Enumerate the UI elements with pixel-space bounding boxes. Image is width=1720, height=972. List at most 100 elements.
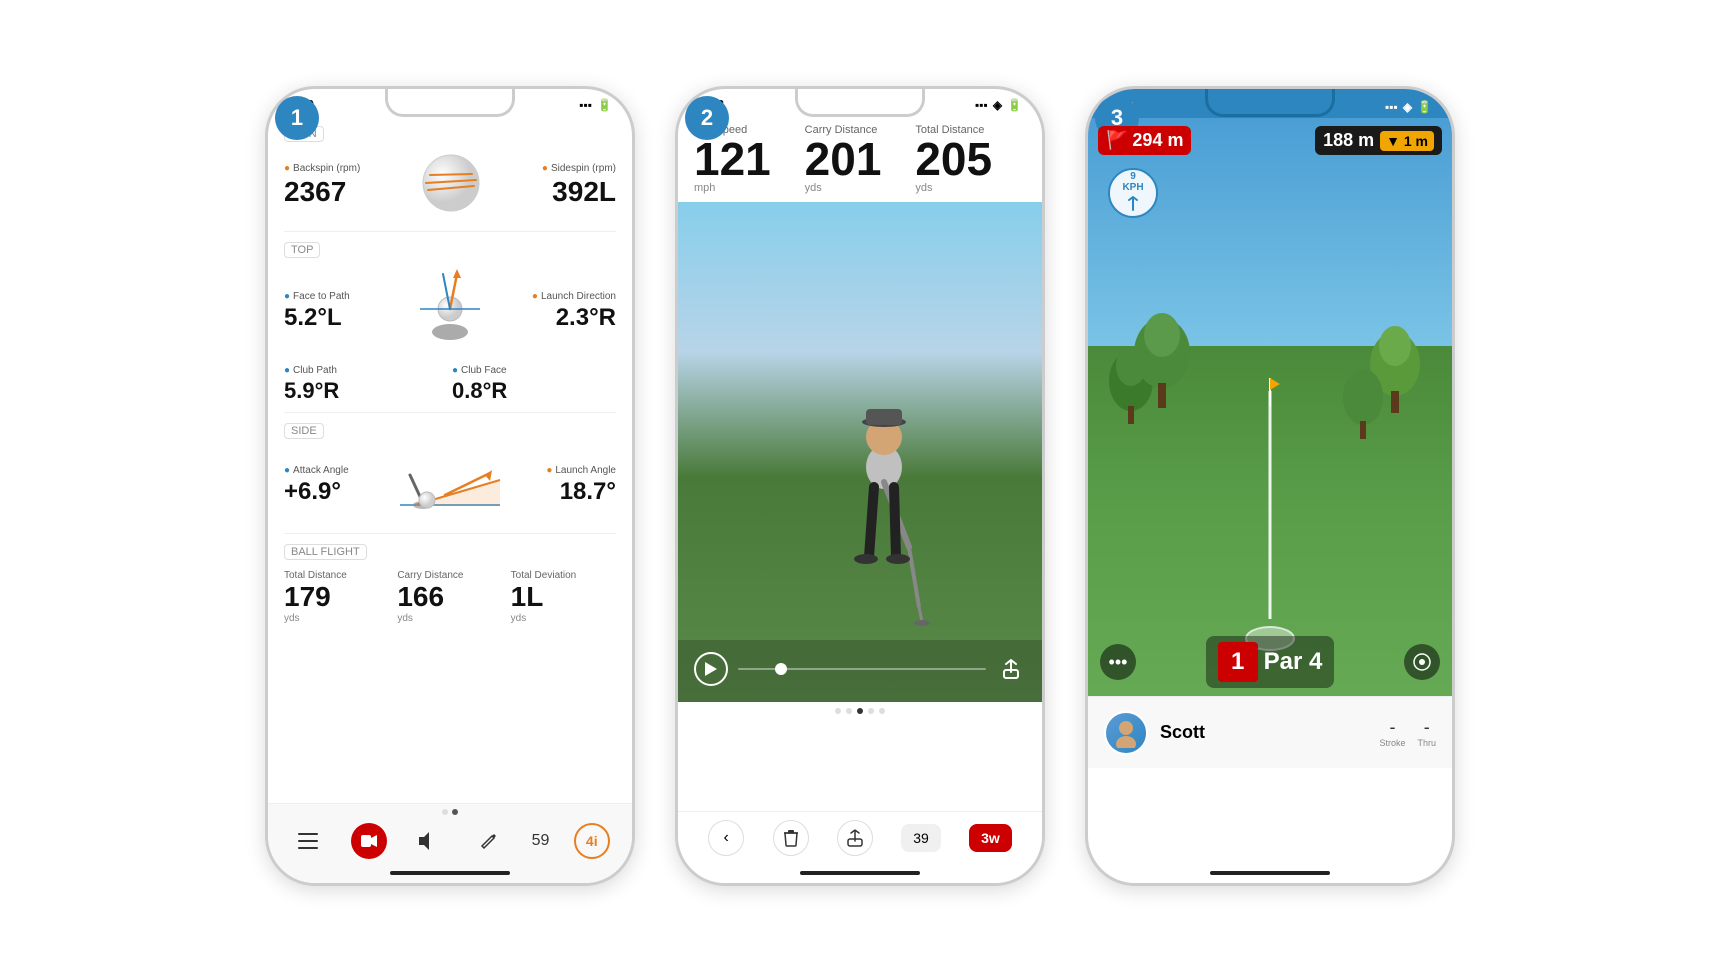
sidespin-label: Sidespin (rpm): [542, 163, 616, 174]
face-path-label: Face to Path: [284, 291, 397, 302]
club-badge[interactable]: 3w: [969, 824, 1012, 852]
wind-badge: 9 KPH: [1108, 168, 1158, 218]
thru-section: - Thru: [1417, 717, 1436, 748]
battery-icon: 🔋: [597, 98, 612, 112]
distance-red-value: 294 m: [1132, 130, 1183, 151]
page-dot-1: [442, 809, 448, 815]
distance-red-badge: 🚩 294 m: [1098, 126, 1191, 155]
thru-value: -: [1424, 717, 1430, 738]
scorecard-btn[interactable]: [1404, 644, 1440, 680]
launch-angle-value: 18.7°: [513, 478, 616, 506]
carry-dist-label: Carry Distance: [397, 570, 502, 581]
notch-3: [1205, 89, 1335, 117]
delete-button[interactable]: [773, 820, 809, 856]
ball-flight-section: BALL FLIGHT Total Distance 179 yds Carry…: [284, 534, 616, 632]
total-dev-block: Total Deviation 1L yds: [511, 570, 616, 624]
progress-bar[interactable]: [738, 668, 986, 670]
carry-dist-value-2: 201: [805, 136, 916, 182]
total-dev-label: Total Deviation: [511, 570, 616, 581]
hole-par-display: 1 Par 4: [1206, 636, 1335, 688]
signal-icon-3: ▪▪▪: [1385, 100, 1398, 114]
video-dot-3: [857, 708, 863, 714]
distance-dark-value: 188 m: [1323, 130, 1374, 151]
hole-info-bar: ••• 1 Par 4: [1088, 628, 1452, 696]
score-value: -: [1389, 717, 1395, 738]
total-dist-unit: yds: [284, 613, 389, 624]
shot-count-2: 39: [901, 824, 941, 852]
club-face-value: 0.8°R: [452, 378, 616, 404]
battery-icon-2: 🔋: [1007, 98, 1022, 112]
video-dot-4: [868, 708, 874, 714]
spin-ball-diagram: [416, 148, 486, 223]
wifi-icon: ▪▪▪: [579, 98, 592, 112]
phone2-stats-header: Ball Speed 121 mph Carry Distance 201 yd…: [678, 116, 1042, 202]
par-label: Par 4: [1264, 648, 1323, 676]
top-label: TOP: [284, 242, 320, 258]
home-indicator-2: [800, 871, 920, 875]
golfer-figure: [824, 397, 944, 627]
spin-section: SPIN Backspin (rpm) 2367: [284, 116, 616, 232]
score-section: - Stroke: [1379, 717, 1405, 748]
page-dots-1: [442, 809, 458, 815]
backspin-value: 2367: [284, 176, 360, 208]
fairway-line: [1269, 391, 1272, 619]
back-button[interactable]: ‹: [708, 820, 744, 856]
video-dot-5: [879, 708, 885, 714]
share-button[interactable]: [996, 654, 1026, 684]
active-club: 4i: [586, 833, 598, 849]
more-options-btn[interactable]: •••: [1100, 644, 1136, 680]
volume-btn[interactable]: [411, 823, 447, 859]
video-dot-2: [846, 708, 852, 714]
club-face-item: Club Face 0.8°R: [452, 365, 616, 404]
home-indicator-3: [1210, 871, 1330, 875]
share-button-2[interactable]: [837, 820, 873, 856]
wind-unit: KPH: [1122, 182, 1143, 193]
backspin-item: Backspin (rpm) 2367: [284, 163, 360, 208]
home-indicator-1: [390, 871, 510, 875]
total-dist-unit-2: yds: [915, 182, 1026, 194]
flag-icon: 🚩: [1106, 130, 1128, 151]
total-dev-unit: yds: [511, 613, 616, 624]
notch-2: [795, 89, 925, 117]
launch-dir-label: Launch Direction: [503, 291, 616, 302]
top-diagram: [405, 264, 495, 359]
thru-label: Thru: [1417, 738, 1436, 748]
sidespin-value: 392L: [542, 176, 616, 208]
top-section: TOP Face to Path 5.2°L: [284, 232, 616, 413]
distance-dark-badge: 188 m ▼ 1 m: [1315, 126, 1442, 155]
more-icon: •••: [1109, 652, 1128, 673]
tree-right-2: [1341, 365, 1386, 445]
total-dist-label: Total Distance: [284, 570, 389, 581]
launch-angle-label: Launch Angle: [513, 465, 616, 476]
shot-count: 59: [532, 832, 550, 850]
distance-delta-badge: ▼ 1 m: [1380, 131, 1434, 151]
signal-icon: ▪▪▪: [975, 98, 988, 112]
video-page-dots: [678, 702, 1042, 720]
total-dist-col: Total Distance 205 yds: [915, 124, 1026, 194]
wifi-icon-2: ◈: [993, 98, 1002, 112]
total-dev-value: 1L: [511, 581, 616, 613]
wind-speed: 9: [1130, 171, 1136, 182]
carry-dist-block: Carry Distance 166 yds: [397, 570, 502, 624]
notch-1: [385, 89, 515, 117]
spin-row: Backspin (rpm) 2367: [284, 148, 616, 223]
player-name: Scott: [1160, 722, 1367, 743]
play-button[interactable]: [694, 652, 728, 686]
status-icons-2: ▪▪▪ ◈ 🔋: [975, 98, 1022, 112]
side-diagram: [395, 445, 505, 525]
club-path-item: Club Path 5.9°R: [284, 365, 448, 404]
backspin-label: Backspin (rpm): [284, 163, 360, 174]
video-controls: [694, 652, 1026, 686]
club-path-value: 5.9°R: [284, 378, 448, 404]
club-selector[interactable]: 4i: [574, 823, 610, 859]
record-btn[interactable]: [351, 823, 387, 859]
distance-overlay: 🚩 294 m 188 m ▼ 1 m: [1088, 126, 1452, 155]
player-avatar: [1104, 711, 1148, 755]
side-label: SIDE: [284, 423, 324, 439]
club-face-label: Club Face: [452, 365, 616, 376]
video-dot-1: [835, 708, 841, 714]
menu-btn[interactable]: [290, 823, 326, 859]
badge-1: 1: [275, 96, 319, 140]
target-flag: [1260, 378, 1280, 413]
edit-btn[interactable]: [471, 823, 507, 859]
